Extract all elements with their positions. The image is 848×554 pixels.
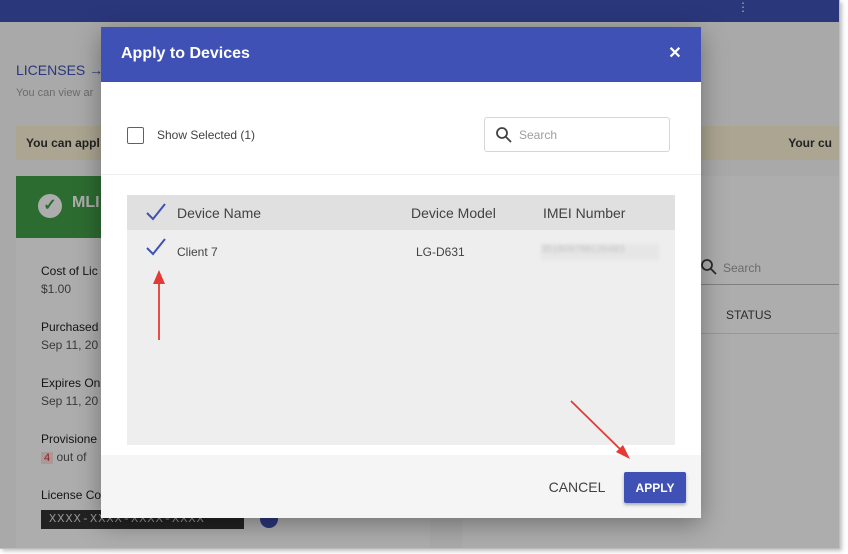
search-icon [496, 127, 512, 143]
dialog-title: Apply to Devices [121, 45, 250, 62]
table-header-row: Device Name Device Model IMEI Number [127, 195, 675, 230]
dialog-divider [101, 174, 701, 175]
cell-device-name: Client 7 [177, 245, 218, 259]
search-input[interactable] [519, 126, 659, 144]
apply-button[interactable]: APPLY [624, 472, 686, 503]
show-selected-checkbox[interactable] [127, 127, 144, 144]
cancel-button[interactable]: CANCEL [539, 471, 615, 503]
devices-table: Device Name Device Model IMEI Number Cli… [127, 195, 675, 445]
cell-device-model: LG-D631 [416, 245, 465, 259]
header-device-model[interactable]: Device Model [411, 205, 496, 221]
show-selected-label[interactable]: Show Selected (1) [157, 128, 255, 142]
header-device-name[interactable]: Device Name [177, 205, 261, 221]
apply-to-devices-dialog: Apply to Devices ✕ Show Selected (1) Dev… [101, 27, 701, 518]
select-all-check-icon[interactable] [145, 202, 167, 222]
close-icon[interactable]: ✕ [661, 40, 689, 68]
dialog-footer: CANCEL APPLY [101, 455, 701, 518]
device-search-field[interactable] [484, 117, 670, 152]
row-check-icon[interactable] [145, 237, 167, 257]
header-imei[interactable]: IMEI Number [543, 205, 625, 221]
dialog-header: Apply to Devices ✕ [101, 27, 701, 82]
cell-imei-blurred: 351809788126483 [541, 244, 659, 260]
